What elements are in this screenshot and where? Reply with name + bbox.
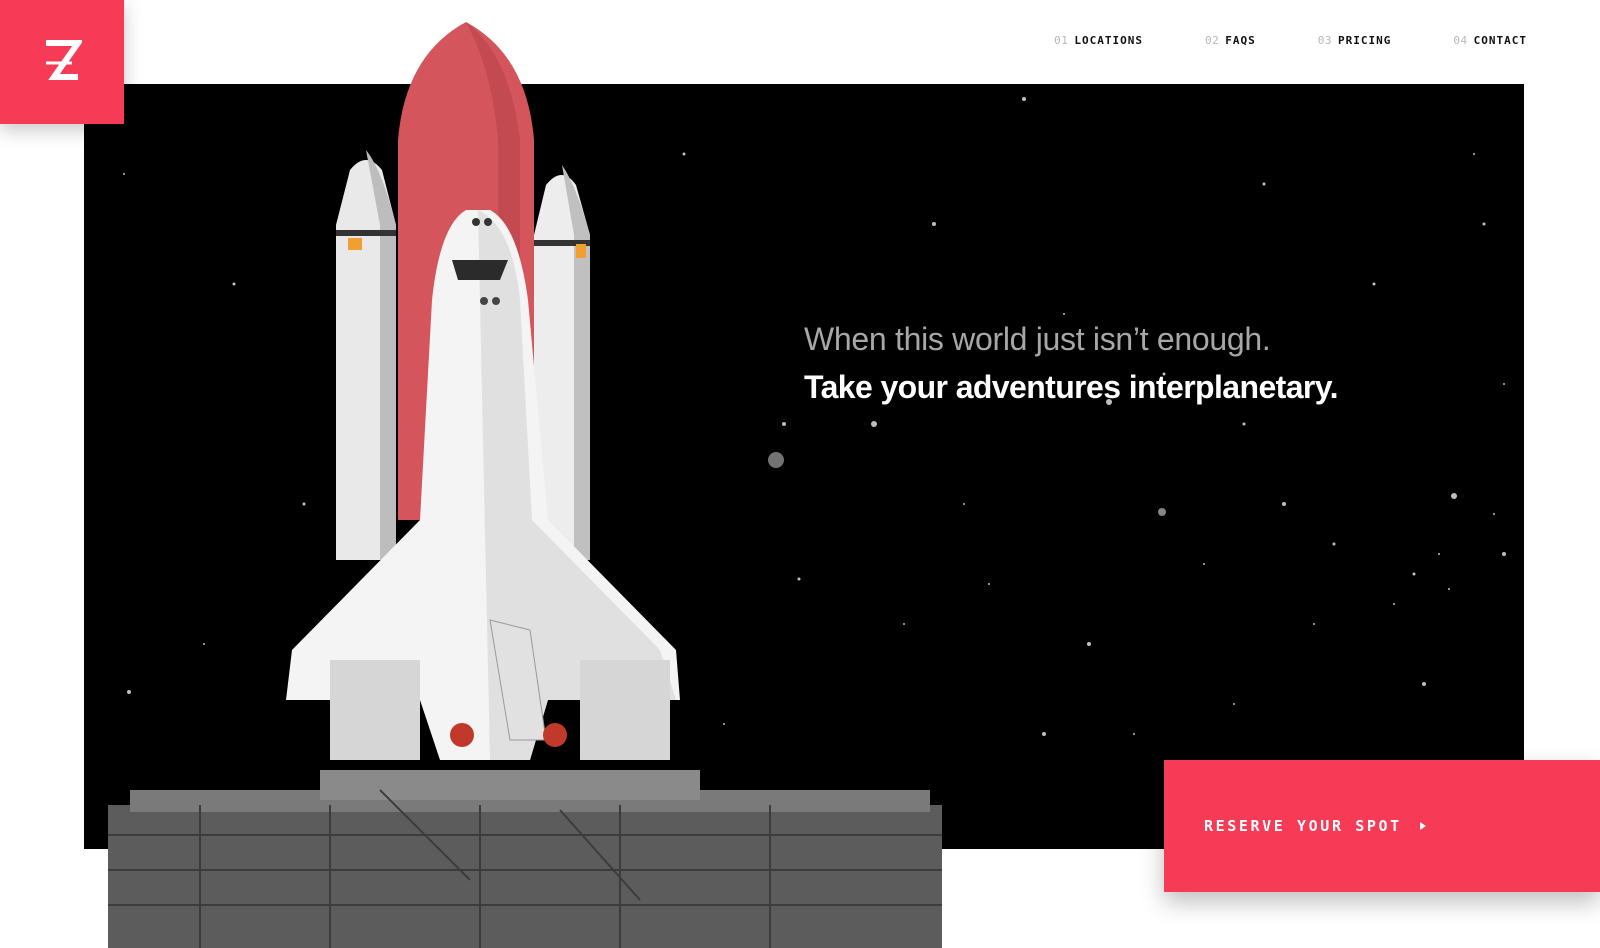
space-shuttle-image — [108, 22, 942, 948]
launch-platform — [108, 770, 942, 948]
tagline-line2: Take your adventures interplanetary. — [804, 369, 1338, 405]
main-nav: 01 LOCATIONS 02 FAQS 03 PRICING 04 CONTA… — [992, 34, 1527, 47]
nav-label: LOCATIONS — [1074, 34, 1144, 47]
nav-label: CONTACT — [1473, 34, 1527, 47]
tagline-line1: When this world just isn’t enough. — [804, 321, 1271, 357]
nav-item-locations[interactable]: 01 LOCATIONS — [1054, 34, 1143, 47]
play-arrow-icon — [1419, 822, 1426, 830]
nav-item-pricing[interactable]: 03 PRICING — [1318, 34, 1392, 47]
nav-label: FAQS — [1225, 34, 1256, 47]
nav-item-contact[interactable]: 04 CONTACT — [1453, 34, 1527, 47]
logo-z-icon — [46, 40, 82, 80]
nav-number: 01 — [1054, 34, 1069, 47]
hero-tagline: When this world just isn’t enough. Take … — [804, 316, 1338, 412]
nav-number: 02 — [1205, 34, 1220, 47]
nav-item-faqs[interactable]: 02 FAQS — [1205, 34, 1256, 47]
nav-label: PRICING — [1338, 34, 1392, 47]
logo[interactable] — [0, 0, 124, 124]
reserve-spot-button[interactable]: RESERVE YOUR SPOT — [1164, 760, 1600, 892]
nav-number: 04 — [1453, 34, 1468, 47]
nav-number: 03 — [1317, 34, 1333, 47]
cta-label: RESERVE YOUR SPOT — [1204, 817, 1402, 835]
left-booster — [336, 150, 396, 560]
